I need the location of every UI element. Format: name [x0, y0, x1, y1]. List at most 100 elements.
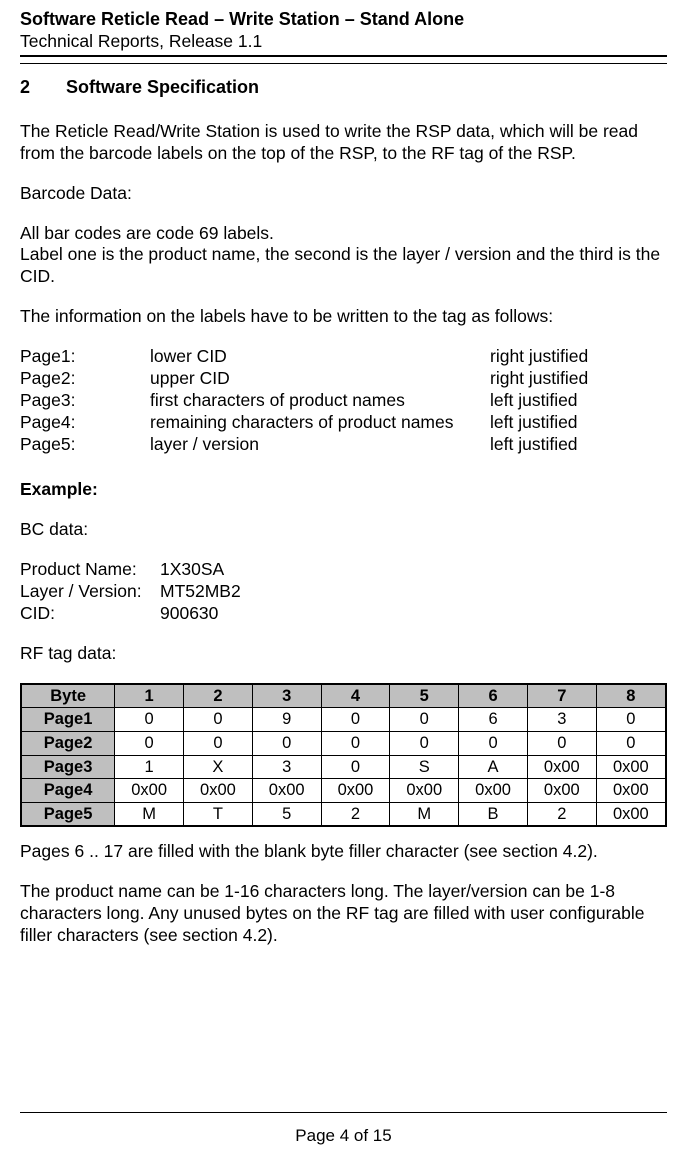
col-header-byte: Byte	[21, 684, 115, 708]
cell: 0	[184, 708, 253, 732]
row-header: Page2	[21, 731, 115, 755]
bc-value: MT52MB2	[160, 581, 667, 603]
col-header: 7	[527, 684, 596, 708]
cell: 0x00	[527, 755, 596, 779]
cell: 1	[115, 755, 184, 779]
col-header: 8	[596, 684, 666, 708]
cell: 0x00	[252, 779, 321, 803]
header-rule-thin	[20, 63, 667, 64]
bc-label: Product Name:	[20, 559, 160, 581]
intro-paragraph: The Reticle Read/Write Station is used t…	[20, 121, 667, 165]
cell: T	[184, 802, 253, 826]
pages-list: Page1: lower CID right justified Page2: …	[20, 346, 667, 455]
cell: 0x00	[390, 779, 459, 803]
cell: 9	[252, 708, 321, 732]
cell: 6	[459, 708, 528, 732]
cell: 0	[184, 731, 253, 755]
section-title: Software Specification	[66, 76, 259, 99]
page-just: left justified	[490, 434, 667, 456]
table-header-row: Byte 1 2 3 4 5 6 7 8	[21, 684, 666, 708]
bc-data-heading: BC data:	[20, 519, 667, 541]
col-header: 3	[252, 684, 321, 708]
row-header: Page1	[21, 708, 115, 732]
doc-subtitle: Technical Reports, Release 1.1	[20, 31, 667, 53]
page-desc: first characters of product names	[150, 390, 490, 412]
label-instruction: The information on the labels have to be…	[20, 306, 667, 328]
cell: 0	[390, 731, 459, 755]
cell: 5	[252, 802, 321, 826]
barcode-heading: Barcode Data:	[20, 183, 667, 205]
rf-data-table: Byte 1 2 3 4 5 6 7 8 Page1 0 0 9 0 0 6 3…	[20, 683, 667, 828]
page-footer: Page 4 of 15	[20, 1125, 667, 1146]
page-desc: remaining characters of product names	[150, 412, 490, 434]
cell: 0	[459, 731, 528, 755]
col-header: 6	[459, 684, 528, 708]
page-name: Page1:	[20, 346, 150, 368]
example-heading: Example:	[20, 479, 667, 501]
barcode-desc-line2: Label one is the product name, the secon…	[20, 244, 667, 288]
doc-title: Software Reticle Read – Write Station – …	[20, 8, 667, 31]
cell: 0	[115, 708, 184, 732]
cell: 0x00	[321, 779, 390, 803]
page-name: Page4:	[20, 412, 150, 434]
bc-value: 1X30SA	[160, 559, 667, 581]
page-just: right justified	[490, 368, 667, 390]
cell: 0x00	[527, 779, 596, 803]
section-number: 2	[20, 76, 66, 99]
bc-label: CID:	[20, 603, 160, 625]
cell: 3	[252, 755, 321, 779]
footer-rule	[20, 1112, 667, 1113]
row-header: Page4	[21, 779, 115, 803]
after-table-note-1: Pages 6 .. 17 are filled with the blank …	[20, 841, 667, 863]
cell: 0	[390, 708, 459, 732]
table-row: Page4 0x00 0x00 0x00 0x00 0x00 0x00 0x00…	[21, 779, 666, 803]
cell: 0	[115, 731, 184, 755]
col-header: 4	[321, 684, 390, 708]
table-row: Page5 M T 5 2 M B 2 0x00	[21, 802, 666, 826]
cell: A	[459, 755, 528, 779]
page-name: Page5:	[20, 434, 150, 456]
cell: X	[184, 755, 253, 779]
cell: 0	[596, 708, 666, 732]
page-desc: lower CID	[150, 346, 490, 368]
cell: 0	[527, 731, 596, 755]
col-header: 5	[390, 684, 459, 708]
cell: M	[390, 802, 459, 826]
row-header: Page3	[21, 755, 115, 779]
barcode-desc-line1: All bar codes are code 69 labels.	[20, 223, 667, 245]
cell: S	[390, 755, 459, 779]
page-name: Page3:	[20, 390, 150, 412]
cell: 0x00	[184, 779, 253, 803]
cell: 2	[527, 802, 596, 826]
bc-label: Layer / Version:	[20, 581, 160, 603]
cell: 0x00	[596, 779, 666, 803]
bc-value: 900630	[160, 603, 667, 625]
after-table-note-2: The product name can be 1-16 characters …	[20, 881, 667, 947]
page-name: Page2:	[20, 368, 150, 390]
col-header: 1	[115, 684, 184, 708]
page-just: left justified	[490, 412, 667, 434]
cell: 2	[321, 802, 390, 826]
cell: 0	[596, 731, 666, 755]
table-row: Page3 1 X 3 0 S A 0x00 0x00	[21, 755, 666, 779]
cell: 0	[321, 755, 390, 779]
table-row: Page2 0 0 0 0 0 0 0 0	[21, 731, 666, 755]
cell: 0	[321, 708, 390, 732]
cell: 3	[527, 708, 596, 732]
bc-data-list: Product Name: 1X30SA Layer / Version: MT…	[20, 559, 667, 625]
page-desc: upper CID	[150, 368, 490, 390]
cell: M	[115, 802, 184, 826]
cell: 0	[321, 731, 390, 755]
page-just: left justified	[490, 390, 667, 412]
cell: 0x00	[459, 779, 528, 803]
header-rule	[20, 55, 667, 57]
rf-heading: RF tag data:	[20, 643, 667, 665]
cell: 0x00	[596, 755, 666, 779]
row-header: Page5	[21, 802, 115, 826]
cell: 0x00	[115, 779, 184, 803]
page-desc: layer / version	[150, 434, 490, 456]
section-heading: 2 Software Specification	[20, 76, 667, 99]
table-row: Page1 0 0 9 0 0 6 3 0	[21, 708, 666, 732]
cell: 0	[252, 731, 321, 755]
col-header: 2	[184, 684, 253, 708]
